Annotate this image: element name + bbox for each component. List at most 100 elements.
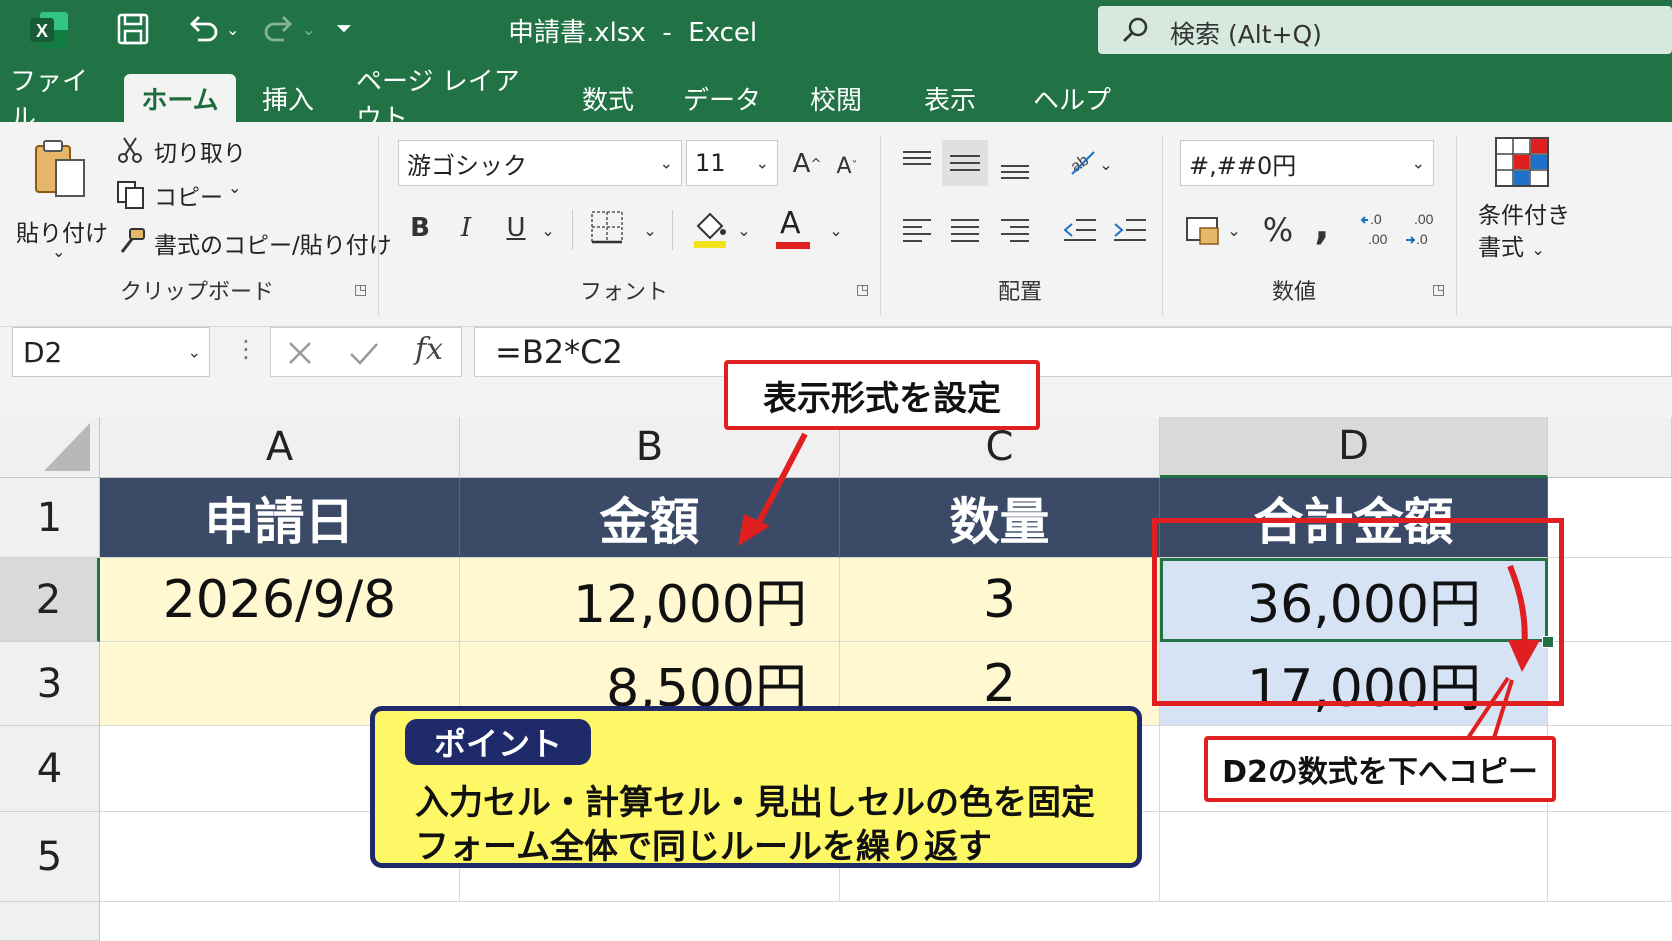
formula-buttons: fx — [270, 327, 462, 377]
increase-indent-icon[interactable] — [1110, 210, 1150, 250]
tab-home[interactable]: ホーム — [124, 74, 236, 122]
underline-button[interactable]: U — [500, 208, 532, 248]
formula-input[interactable]: =B2*C2 — [474, 327, 1672, 377]
borders-dropdown-icon[interactable]: ⌄ — [640, 216, 660, 244]
column-header-d[interactable]: D — [1160, 417, 1548, 478]
paste-icon — [32, 138, 88, 200]
clipboard-launcher-icon[interactable]: ◳ — [354, 282, 367, 298]
format-painter-button[interactable]: 書式のコピー/貼り付け — [116, 222, 392, 260]
enter-check-icon[interactable] — [347, 336, 381, 370]
redo-dropdown-icon[interactable]: ⌄ — [302, 20, 315, 39]
tab-file[interactable]: ファイル — [10, 67, 110, 134]
cell-e5[interactable] — [1548, 812, 1672, 902]
group-label-alignment: 配置 — [998, 280, 1043, 305]
italic-button[interactable]: I — [450, 208, 482, 248]
chevron-down-icon: ⌄ — [755, 153, 769, 173]
row-header-6[interactable] — [0, 902, 100, 941]
undo-icon[interactable] — [186, 12, 220, 46]
copy-button[interactable]: コピー ⌄ — [116, 176, 266, 212]
align-bottom-icon[interactable] — [996, 144, 1034, 184]
tab-help[interactable]: ヘルプ — [1026, 74, 1118, 122]
number-launcher-icon[interactable]: ◳ — [1432, 282, 1445, 298]
redo-icon[interactable] — [262, 12, 296, 46]
percent-style-button[interactable]: % — [1258, 208, 1298, 252]
font-color-button[interactable]: A — [774, 206, 812, 250]
decrease-decimal-icon[interactable]: .00.0 — [1404, 208, 1444, 252]
svg-text:.0: .0 — [1370, 211, 1382, 227]
align-left-icon[interactable] — [898, 210, 936, 250]
row-header-5[interactable]: 5 — [0, 812, 100, 902]
column-header-a[interactable]: A — [100, 417, 460, 478]
tab-view[interactable]: 表示 — [914, 74, 986, 122]
cell-e3[interactable] — [1548, 642, 1672, 726]
comma-style-button[interactable]: , — [1306, 202, 1338, 250]
cancel-icon[interactable] — [283, 336, 317, 370]
paste-dropdown-icon[interactable]: ⌄ — [52, 242, 65, 261]
customize-qat-icon[interactable]: ⏷ — [336, 16, 352, 40]
undo-dropdown-icon[interactable]: ⌄ — [226, 20, 239, 39]
conditional-formatting-button[interactable]: 条件付き 書式 ⌄ — [1470, 132, 1580, 272]
point-box: ポイント 入力セル・計算セル・見出しセルの色を固定 フォーム全体で同じルールを繰… — [370, 706, 1142, 868]
cell-e1[interactable] — [1548, 478, 1672, 558]
borders-icon[interactable] — [590, 210, 624, 244]
font-size-select[interactable]: 11 ⌄ — [686, 140, 778, 186]
bold-button[interactable]: B — [402, 208, 438, 248]
copy-icon — [116, 180, 146, 210]
font-launcher-icon[interactable]: ◳ — [856, 282, 869, 298]
cell-b2[interactable]: 12,000円 — [460, 558, 840, 642]
cut-button[interactable]: 切り取り — [116, 132, 266, 168]
tab-review[interactable]: 校閲 — [800, 74, 872, 122]
svg-text:.00: .00 — [1414, 211, 1434, 227]
accounting-format-icon[interactable] — [1184, 210, 1222, 250]
divider — [880, 136, 881, 316]
number-format-select[interactable]: #,##0円 ⌄ — [1180, 140, 1434, 186]
more-options-icon[interactable]: ⋮ — [234, 335, 258, 363]
tab-insert[interactable]: 挿入 — [252, 74, 324, 122]
align-center-icon[interactable] — [946, 210, 984, 250]
save-icon[interactable] — [116, 12, 150, 46]
cell-c1[interactable]: 数量 — [840, 478, 1160, 558]
cell-e4[interactable] — [1548, 726, 1672, 812]
paste-button[interactable]: 貼り付け ⌄ — [10, 134, 108, 274]
cell-a2[interactable]: 2026/9/8 — [100, 558, 460, 642]
search-box[interactable]: 検索 (Alt+Q) — [1098, 6, 1672, 54]
tab-page-layout[interactable]: ページ レイアウト — [356, 67, 536, 134]
insert-function-button[interactable]: fx — [415, 332, 443, 367]
increase-decimal-icon[interactable]: .0.00 — [1360, 208, 1400, 252]
align-middle-icon[interactable] — [942, 140, 988, 186]
decrease-font-size-icon[interactable]: Aˇ — [832, 150, 862, 182]
fill-color-icon[interactable] — [692, 208, 728, 250]
align-top-icon[interactable] — [898, 142, 936, 182]
column-header-e[interactable] — [1548, 417, 1672, 478]
fill-color-dropdown-icon[interactable]: ⌄ — [734, 216, 754, 244]
underline-dropdown-icon[interactable]: ⌄ — [538, 216, 558, 244]
excel-logo-icon: X — [28, 10, 70, 50]
cell-d5[interactable] — [1160, 812, 1548, 902]
cell-b1[interactable]: 金額 — [460, 478, 840, 558]
row-header-1[interactable]: 1 — [0, 478, 100, 558]
cell-e2[interactable] — [1548, 558, 1672, 642]
name-box[interactable]: D2 ⌄ — [12, 327, 210, 377]
copy-dropdown-icon[interactable]: ⌄ — [228, 178, 241, 197]
select-all-button[interactable] — [0, 417, 100, 478]
increase-font-size-icon[interactable]: A ^ — [790, 146, 824, 182]
divider — [378, 136, 379, 316]
highlight-box — [1152, 518, 1564, 706]
cell-c2[interactable]: 3 — [840, 558, 1160, 642]
row-header-3[interactable]: 3 — [0, 642, 100, 726]
row-header-2[interactable]: 2 — [0, 558, 100, 642]
cell-a1[interactable]: 申請日 — [100, 478, 460, 558]
group-label-font: フォント — [580, 280, 669, 305]
orientation-dropdown-icon[interactable]: ⌄ — [1096, 150, 1116, 178]
accounting-dropdown-icon[interactable]: ⌄ — [1224, 216, 1244, 244]
group-label-number: 数値 — [1272, 280, 1317, 305]
tab-data[interactable]: データ — [682, 74, 762, 122]
font-color-dropdown-icon[interactable]: ⌄ — [826, 216, 846, 244]
svg-text:ab: ab — [1068, 152, 1092, 176]
font-name-select[interactable]: 游ゴシック ⌄ — [398, 140, 682, 186]
tab-formulas[interactable]: 数式 — [570, 74, 646, 122]
row-header-4[interactable]: 4 — [0, 726, 100, 812]
decrease-indent-icon[interactable] — [1060, 210, 1100, 250]
align-right-icon[interactable] — [996, 210, 1034, 250]
font-name-value: 游ゴシック — [407, 151, 527, 180]
